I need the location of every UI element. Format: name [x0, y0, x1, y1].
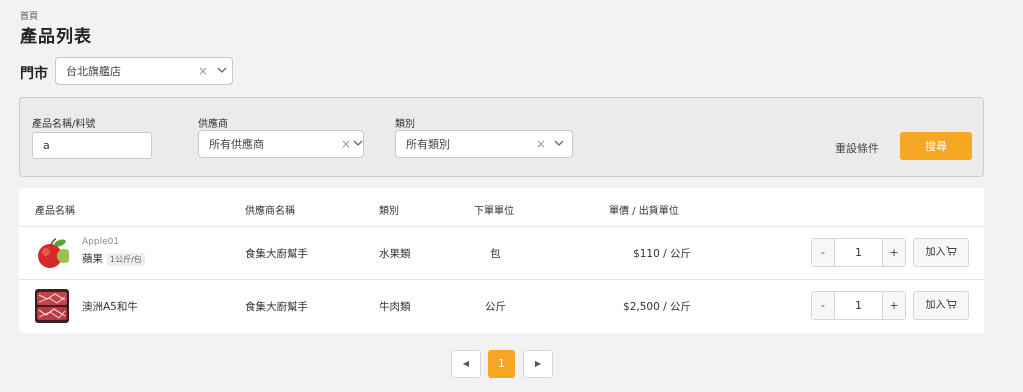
table-row: Apple01 蘋果 1公斤/包 食集大廚幫手 水果類 包 $110 / 公斤 …	[19, 227, 984, 279]
store-select[interactable]: 台北旗艦店 ×	[55, 57, 233, 85]
category-filter-label: 類別	[395, 119, 415, 130]
increment-button[interactable]: +	[882, 239, 905, 266]
chevron-down-icon[interactable]	[554, 139, 564, 149]
apple-icon	[35, 236, 69, 270]
breadcrumb[interactable]: 首頁	[20, 9, 38, 22]
reset-filters-link[interactable]: 重設條件	[835, 140, 879, 156]
store-select-value: 台北旗艦店	[66, 65, 121, 78]
category-cell: 水果類	[379, 248, 411, 260]
quantity-input[interactable]: 1	[834, 239, 883, 266]
name-filter-label: 產品名稱/料號	[32, 119, 96, 130]
add-to-cart-label: 加入	[925, 300, 946, 311]
supplier-select[interactable]: 所有供應商 ×	[198, 130, 364, 158]
name-search-input[interactable]	[32, 132, 152, 159]
column-header-price: 單價 / 出貨單位	[609, 206, 679, 217]
quantity-stepper: - 1 +	[811, 238, 906, 267]
product-sku: Apple01	[82, 237, 120, 247]
chevron-down-icon[interactable]	[353, 139, 363, 149]
product-name[interactable]: 澳洲A5和牛	[82, 299, 138, 314]
category-select-value: 所有類別	[406, 138, 450, 151]
column-header-category: 類別	[379, 206, 399, 217]
supplier-cell: 食集大廚幫手	[245, 301, 308, 313]
category-cell: 牛肉類	[379, 301, 411, 313]
quantity-stepper: - 1 +	[811, 291, 906, 320]
price-cell: $2,500 / 公斤	[623, 301, 691, 313]
clear-icon[interactable]: ×	[341, 137, 351, 151]
supplier-filter-label: 供應商	[198, 119, 228, 130]
add-to-cart-label: 加入	[925, 247, 946, 258]
table-row: 澳洲A5和牛 食集大廚幫手 牛肉類 公斤 $2,500 / 公斤 - 1 + 加…	[19, 280, 984, 332]
product-table: 產品名稱 供應商名稱 類別 下單單位 單價 / 出貨單位 Apple01 蘋果 …	[19, 188, 984, 333]
search-button[interactable]: 搜尋	[900, 132, 972, 160]
price-cell: $110 / 公斤	[633, 248, 691, 260]
page-title: 產品列表	[20, 27, 92, 47]
increment-button[interactable]: +	[882, 292, 905, 319]
unit-cell: 包	[490, 248, 501, 260]
clear-icon[interactable]: ×	[198, 64, 208, 78]
beef-icon	[35, 289, 69, 323]
decrement-button[interactable]: -	[812, 292, 835, 319]
column-header-name: 產品名稱	[35, 206, 75, 217]
unit-cell: 公斤	[485, 301, 506, 313]
decrement-button[interactable]: -	[812, 239, 835, 266]
add-to-cart-button[interactable]: 加入	[913, 238, 969, 267]
pagination-next-button[interactable]: ▶	[523, 350, 553, 378]
store-label: 門市	[20, 66, 48, 82]
filter-panel: 產品名稱/料號 供應商 所有供應商 × 類別 所有類別 × 重設條件 搜尋	[19, 97, 984, 177]
pagination-current-page[interactable]: 1	[488, 350, 515, 378]
supplier-select-value: 所有供應商	[209, 138, 264, 151]
add-to-cart-button[interactable]: 加入	[913, 291, 969, 320]
category-select[interactable]: 所有類別 ×	[395, 130, 573, 158]
column-header-unit: 下單單位	[474, 206, 514, 217]
supplier-cell: 食集大廚幫手	[245, 248, 308, 260]
chevron-down-icon[interactable]	[217, 66, 227, 76]
spec-badge: 1公斤/包	[107, 253, 145, 266]
clear-icon[interactable]: ×	[536, 137, 546, 151]
quantity-input[interactable]: 1	[834, 292, 883, 319]
pagination-prev-button[interactable]: ◀	[451, 350, 481, 378]
cart-icon	[946, 299, 957, 311]
cart-icon	[946, 246, 957, 258]
product-name[interactable]: 蘋果	[82, 251, 103, 266]
column-header-supplier: 供應商名稱	[245, 206, 295, 217]
